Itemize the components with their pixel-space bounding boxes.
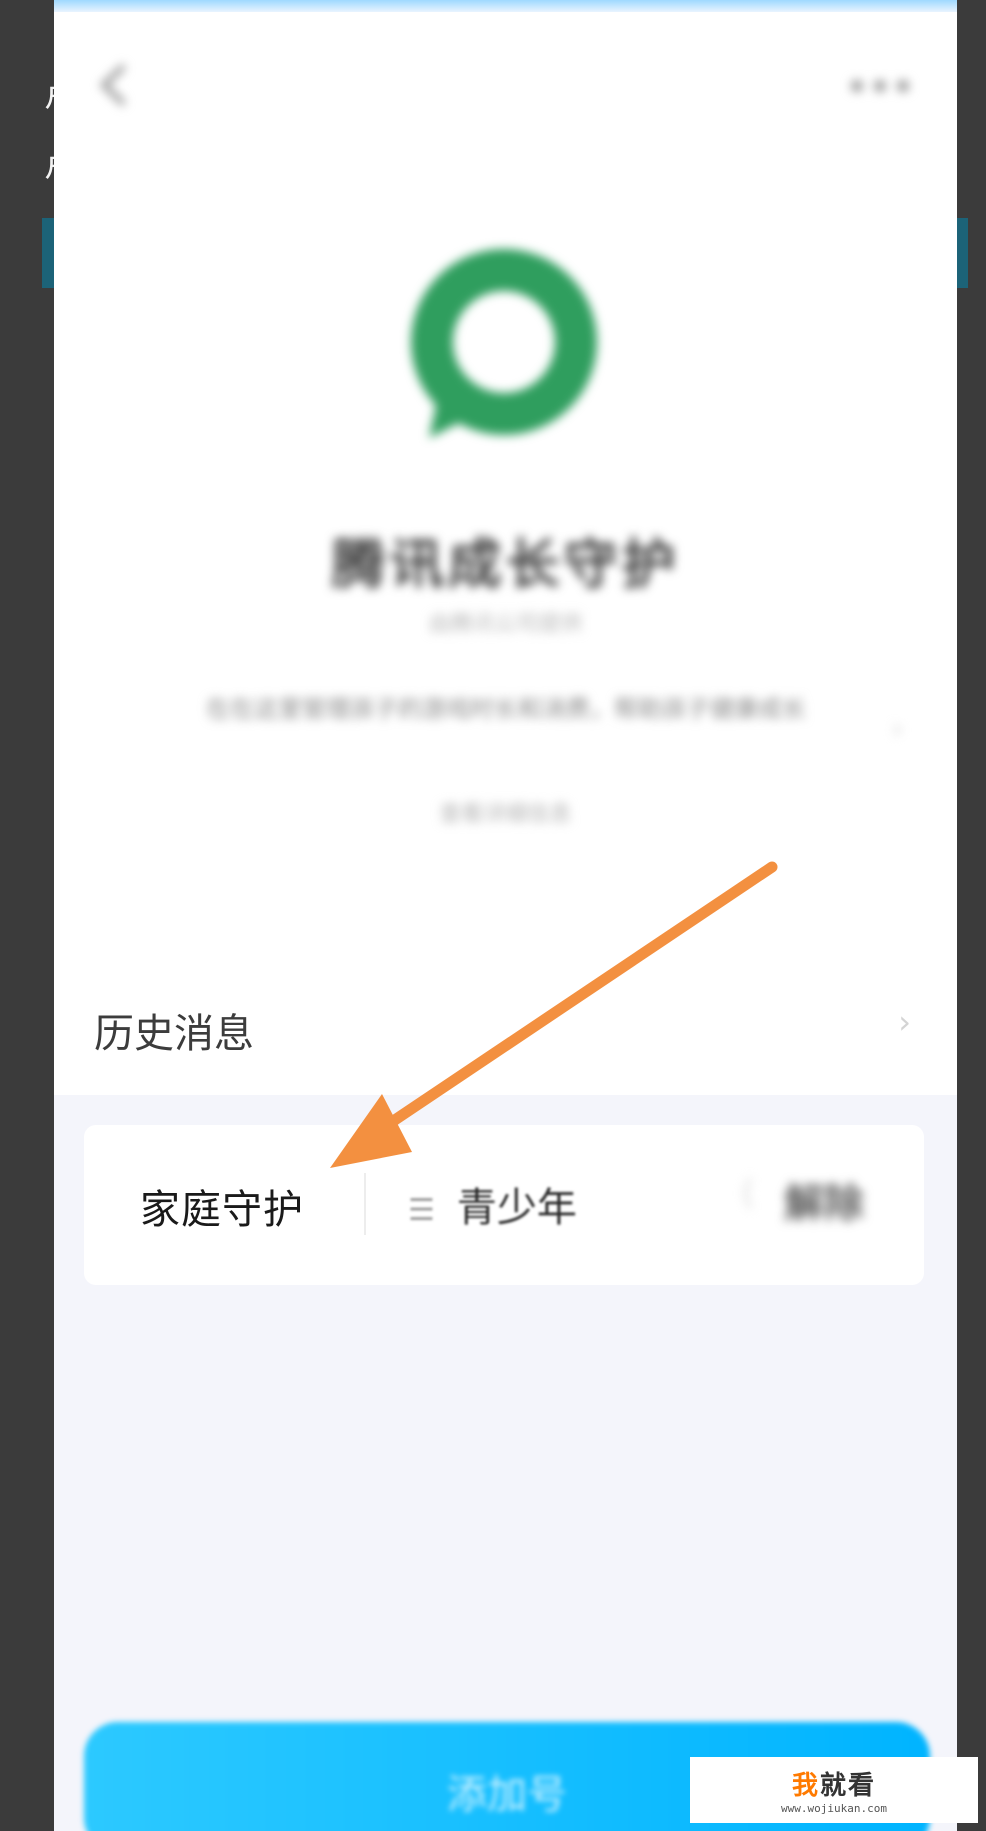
chevron-right-icon: › <box>898 1003 911 1041</box>
chevron-right-icon[interactable]: › <box>892 712 903 745</box>
phone-screen: 腾讯成长守护 由腾讯公司提供 在在这里管理孩子的游戏时长和消费，帮助孩子健康成长… <box>54 0 957 1831</box>
role-selector[interactable]: ☰ 青少年 <box>408 1175 577 1233</box>
history-label: 历史消息 <box>94 1011 254 1057</box>
back-arrow-icon[interactable] <box>94 60 134 110</box>
family-guardian-card[interactable]: 家庭守护 ☰ 青少年 ⟨ 解除 <box>84 1125 924 1285</box>
unbind-button[interactable]: 解除 <box>784 1171 864 1229</box>
watermark: 我就看 www.wojiukan.com <box>690 1757 978 1823</box>
role-label: 青少年 <box>456 1185 577 1231</box>
unlink-icon: ⟨ <box>740 1173 754 1213</box>
app-logo-icon <box>411 249 597 438</box>
divider <box>364 1173 366 1235</box>
history-messages-row[interactable]: 历史消息 › <box>54 955 957 1095</box>
family-guardian-label: 家庭守护 <box>140 1187 304 1233</box>
watermark-accent: 我 <box>791 1771 820 1801</box>
menu-icon: ☰ <box>408 1192 435 1228</box>
status-bar <box>54 0 957 12</box>
app-subtitle: 由腾讯公司提供 <box>428 612 583 637</box>
app-title: 腾讯成长守护 <box>331 533 680 596</box>
watermark-url: www.wojiukan.com <box>781 1802 887 1815</box>
watermark-brand-rest: 就看 <box>820 1771 877 1801</box>
watermark-brand: 我就看 <box>690 1765 978 1802</box>
app-description: 在在这里管理孩子的游戏时长和消费，帮助孩子健康成长 <box>206 695 806 723</box>
more-icon[interactable] <box>847 76 913 96</box>
details-link[interactable]: 查看详细信息 <box>54 796 957 828</box>
